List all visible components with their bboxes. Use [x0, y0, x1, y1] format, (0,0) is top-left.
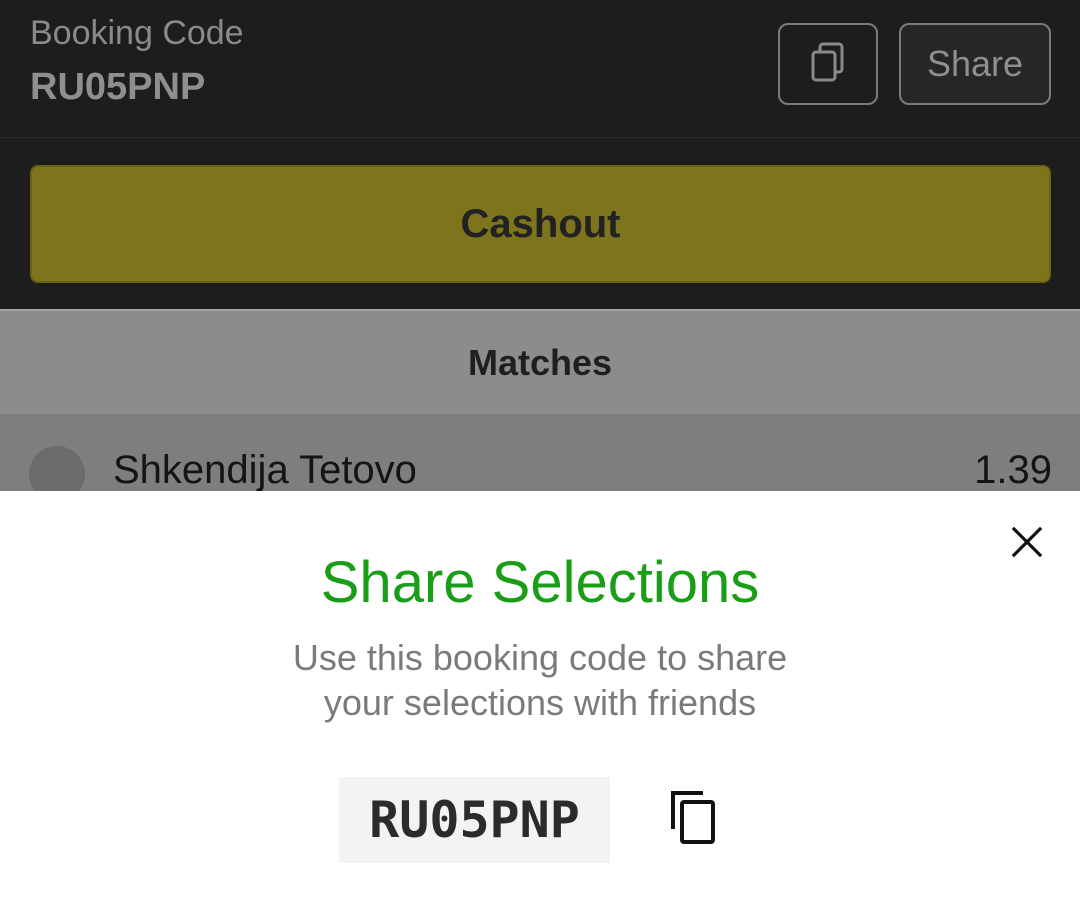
booking-code-display: RU05PNP: [339, 777, 610, 863]
copy-icon: [669, 789, 717, 850]
sheet-title: Share Selections: [320, 550, 760, 615]
match-odds: 1.39: [974, 448, 1052, 492]
match-team-name: Shkendija Tetovo: [113, 448, 417, 492]
copy-icon: [810, 42, 846, 87]
booking-header: Booking Code RU05PNP Share: [0, 0, 1080, 138]
cashout-area: Cashout: [0, 138, 1080, 309]
copy-code-button[interactable]: [778, 23, 878, 105]
matches-heading: Matches: [0, 309, 1080, 414]
screen: Booking Code RU05PNP Share Cashout Match…: [0, 0, 1080, 901]
sheet-description-line1: Use this booking code to share: [292, 637, 788, 678]
sheet-description: Use this booking code to share your sele…: [240, 635, 840, 725]
share-selections-sheet: Share Selections Use this booking code t…: [0, 491, 1080, 901]
share-button[interactable]: Share: [899, 23, 1051, 105]
copy-code-sheet-button[interactable]: [664, 788, 722, 850]
booking-code-label: Booking Code: [30, 14, 244, 52]
booking-code-value: RU05PNP: [30, 66, 206, 108]
sheet-description-line2: your selections with friends: [323, 682, 757, 723]
cashout-button[interactable]: Cashout: [30, 165, 1051, 283]
